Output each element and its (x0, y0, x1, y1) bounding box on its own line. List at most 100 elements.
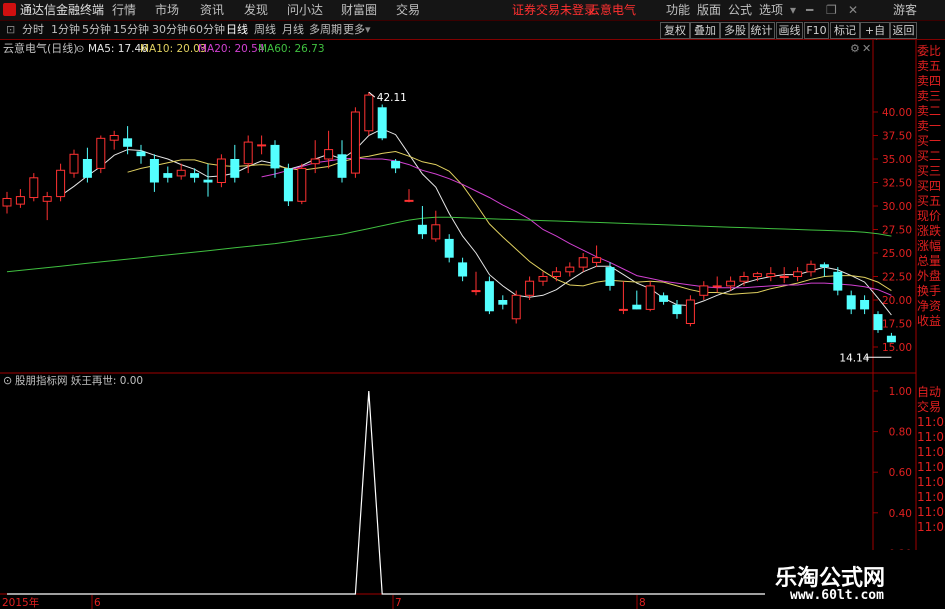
candle (69, 149, 79, 178)
menu-item-discover[interactable]: 发现 (244, 0, 268, 20)
price-tick-label: 15.00 (882, 342, 912, 354)
period-tab-5min[interactable]: 5分钟 (82, 21, 111, 39)
side-item: 总量 (917, 254, 942, 268)
kline-chart[interactable]: 云意电气(日线) ⊙ MA5: 17.46 MA10: 20.03 MA20: … (0, 40, 945, 609)
candle (685, 295, 695, 327)
overlay-button[interactable]: 叠加 (690, 22, 720, 39)
chevron-down-icon[interactable]: ▾ (365, 21, 371, 39)
settings-gear-icon[interactable]: ⚙ (850, 42, 860, 55)
draw-line-button[interactable]: 画线 (776, 22, 803, 39)
price-tick-label: 20.00 (882, 295, 912, 307)
minimize-icon[interactable]: ━ (806, 0, 813, 20)
side-item: 卖五 (917, 59, 942, 73)
indicator-title: 股朋指标网 妖王再世: 0.00 (15, 374, 143, 387)
side-item: 11:03 (917, 520, 945, 534)
menu-item-function[interactable]: 功能 (666, 0, 690, 20)
period-tab-monthly[interactable]: 月线 (282, 21, 304, 39)
period-tab-60min[interactable]: 60分钟 (189, 21, 225, 39)
candle (96, 135, 106, 174)
price-tick-label: 37.50 (882, 131, 912, 143)
price-panel-title: 云意电气(日线) (3, 41, 78, 55)
mark-button[interactable]: 标记 (830, 22, 860, 39)
menu-item-options[interactable]: 选项 (759, 0, 783, 20)
x-axis-month-7: 7 (395, 597, 402, 609)
indicator-toggle-icon[interactable]: ⊙ (3, 374, 12, 387)
indicator-tick-label: 0.60 (889, 467, 912, 479)
trade-side-panel: 自动 交易 11:02 11:02 11:02 11:03 11:03 11:0… (915, 385, 945, 535)
menu-bar: 通达信金融终端 行情 市场 资讯 发现 问小达 财富圈 交易 证券交易未登录 云… (0, 0, 945, 21)
side-item: 11:02 (917, 415, 945, 429)
side-item: 委比 (917, 44, 942, 58)
price-tick-label: 22.50 (882, 272, 912, 284)
ma20-label: MA20: 20.54 (198, 43, 265, 55)
menu-item-trade[interactable]: 交易 (396, 0, 420, 20)
f10-button[interactable]: F10 (804, 22, 829, 39)
period-tab-30min[interactable]: 30分钟 (152, 21, 188, 39)
app-logo-icon (3, 3, 16, 16)
side-item: 换手 (917, 284, 942, 298)
menu-item-news[interactable]: 资讯 (200, 0, 224, 20)
side-item: 11:03 (917, 490, 945, 504)
add-watchlist-button[interactable]: +自选 (860, 22, 890, 52)
side-item[interactable]: 交易 (917, 400, 945, 415)
candle (645, 281, 655, 312)
stats-button[interactable]: 统计 (748, 22, 775, 39)
side-item: 买四 (917, 179, 942, 193)
candle (484, 276, 494, 315)
menu-item-wealth-circle[interactable]: 财富圈 (341, 0, 377, 20)
period-tab-tick[interactable]: 分时 (22, 21, 44, 39)
period-tab-15min[interactable]: 15分钟 (113, 21, 149, 39)
top-stock-name: 云意电气 (588, 3, 637, 17)
side-item: 11:03 (917, 505, 945, 519)
toolbar-grip-icon: ⊡ (6, 23, 16, 36)
price-tick-label: 40.00 (882, 107, 912, 119)
side-item: 外盘 (917, 269, 942, 283)
menu-item-quotes[interactable]: 行情 (112, 0, 136, 20)
price-tick-label: 30.00 (882, 201, 912, 213)
price-tick-label: 25.00 (882, 248, 912, 260)
side-item: 净资 (917, 299, 942, 313)
restore-icon[interactable]: ❐ (826, 0, 837, 20)
period-tab-weekly[interactable]: 周线 (254, 21, 276, 39)
side-item: 买三 (917, 164, 942, 178)
candle (29, 173, 39, 202)
indicator-tick-label: 0.40 (889, 508, 912, 520)
period-tab-more[interactable]: 更多 (343, 21, 365, 39)
ma10-label: MA10: 20.03 (140, 43, 207, 55)
candle (364, 92, 374, 136)
price-tick-label: 35.00 (882, 154, 912, 166)
ma-toggle-icon[interactable]: ⊙ (76, 44, 84, 55)
period-tab-multi[interactable]: 多周期 (309, 21, 342, 39)
menu-item-wenxiaoda[interactable]: 问小达 (287, 0, 323, 20)
period-tab-daily[interactable]: 日线 (226, 21, 248, 39)
multi-stock-button[interactable]: 多股 (720, 22, 750, 39)
side-item: 买五 (917, 194, 942, 208)
side-item[interactable]: 自动 (917, 385, 945, 400)
user-label[interactable]: 游客 (893, 0, 917, 20)
panel-close-icon[interactable]: ✕ (862, 42, 871, 55)
close-icon[interactable]: ✕ (848, 0, 858, 20)
period-toolbar: ⊡ 分时 1分钟 5分钟 15分钟 30分钟 60分钟 日线 周线 月线 多周期… (0, 21, 945, 52)
menu-item-formula[interactable]: 公式 (728, 0, 752, 20)
x-axis-year: 2015年 (2, 596, 39, 609)
menu-item-market[interactable]: 市场 (155, 0, 179, 20)
indicator-tick-label: 0.80 (889, 427, 912, 439)
candle (297, 163, 307, 205)
adjust-button[interactable]: 复权 (660, 22, 690, 39)
side-item: 卖三 (917, 89, 942, 103)
watermark-url: www.60lt.com (790, 588, 884, 603)
chevron-down-icon[interactable]: ▾ (790, 0, 796, 20)
login-notice[interactable]: 证券交易未登录 (512, 0, 596, 20)
indicator-tick-label: 1.00 (889, 386, 912, 398)
side-item: 涨幅 (917, 239, 942, 253)
menu-item-layout[interactable]: 版面 (697, 0, 721, 20)
side-item: 买一 (917, 134, 942, 148)
price-tick-label: 27.50 (882, 225, 912, 237)
side-item: 卖四 (917, 74, 942, 88)
side-item: 买二 (917, 149, 942, 163)
back-button[interactable]: 返回 (890, 22, 917, 39)
side-item: 现价 (917, 209, 942, 223)
period-tab-1min[interactable]: 1分钟 (51, 21, 80, 39)
price-tick-label: 17.50 (882, 319, 912, 331)
candle (283, 163, 293, 206)
